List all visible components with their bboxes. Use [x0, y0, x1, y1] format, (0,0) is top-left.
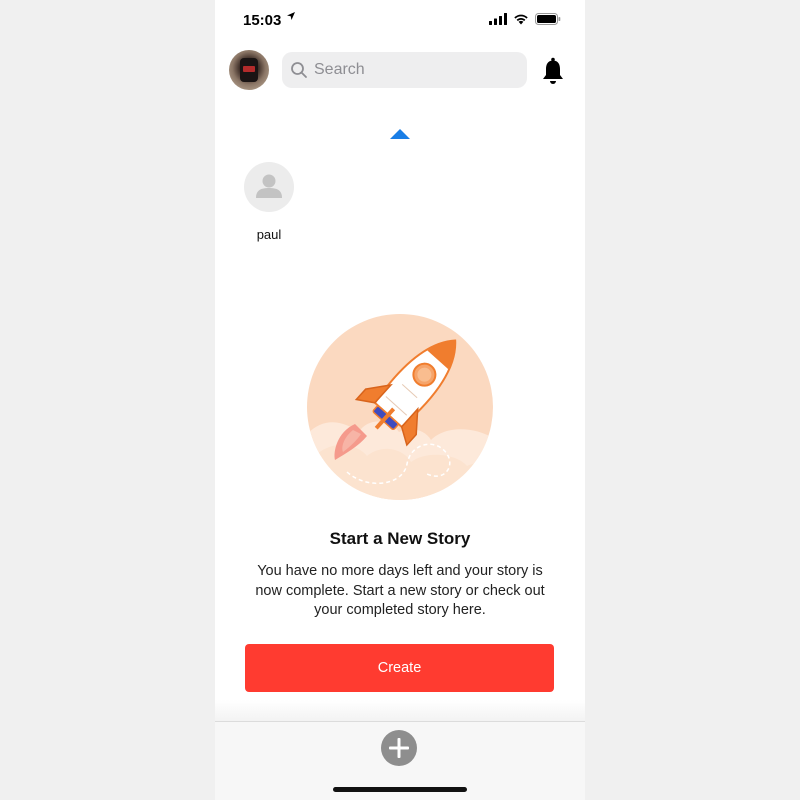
- tab-bar: [215, 721, 585, 800]
- home-indicator: [333, 787, 467, 792]
- avatar-photo: [240, 58, 258, 82]
- search-icon: [291, 62, 307, 78]
- friend-item[interactable]: paul: [243, 162, 295, 242]
- cellular-signal-icon: [489, 13, 507, 25]
- plus-circle-icon: [389, 738, 409, 758]
- person-icon: [256, 174, 282, 198]
- battery-icon: [535, 13, 561, 25]
- phone-screen: 15:03 Search paul Start a New Story You …: [215, 0, 585, 800]
- wifi-icon: [514, 14, 528, 25]
- rocket-illustration: [307, 314, 493, 500]
- tab-bar-shadow: [215, 700, 585, 721]
- search-input[interactable]: [312, 60, 516, 80]
- profile-avatar[interactable]: [229, 50, 269, 90]
- add-story-button[interactable]: [381, 730, 417, 766]
- location-arrow-icon: [286, 11, 296, 24]
- empty-state-title: Start a New Story: [329, 529, 471, 548]
- search-bar[interactable]: [282, 52, 527, 88]
- friend-avatar: [244, 162, 294, 212]
- create-button[interactable]: Create: [245, 644, 554, 692]
- bell-icon[interactable]: [541, 57, 565, 85]
- friend-name: paul: [256, 227, 282, 242]
- caret-up-icon[interactable]: [390, 129, 410, 139]
- empty-state-description: You have no more days left and your stor…: [255, 563, 545, 618]
- status-icons: [489, 13, 561, 25]
- status-time: 15:03: [243, 12, 282, 29]
